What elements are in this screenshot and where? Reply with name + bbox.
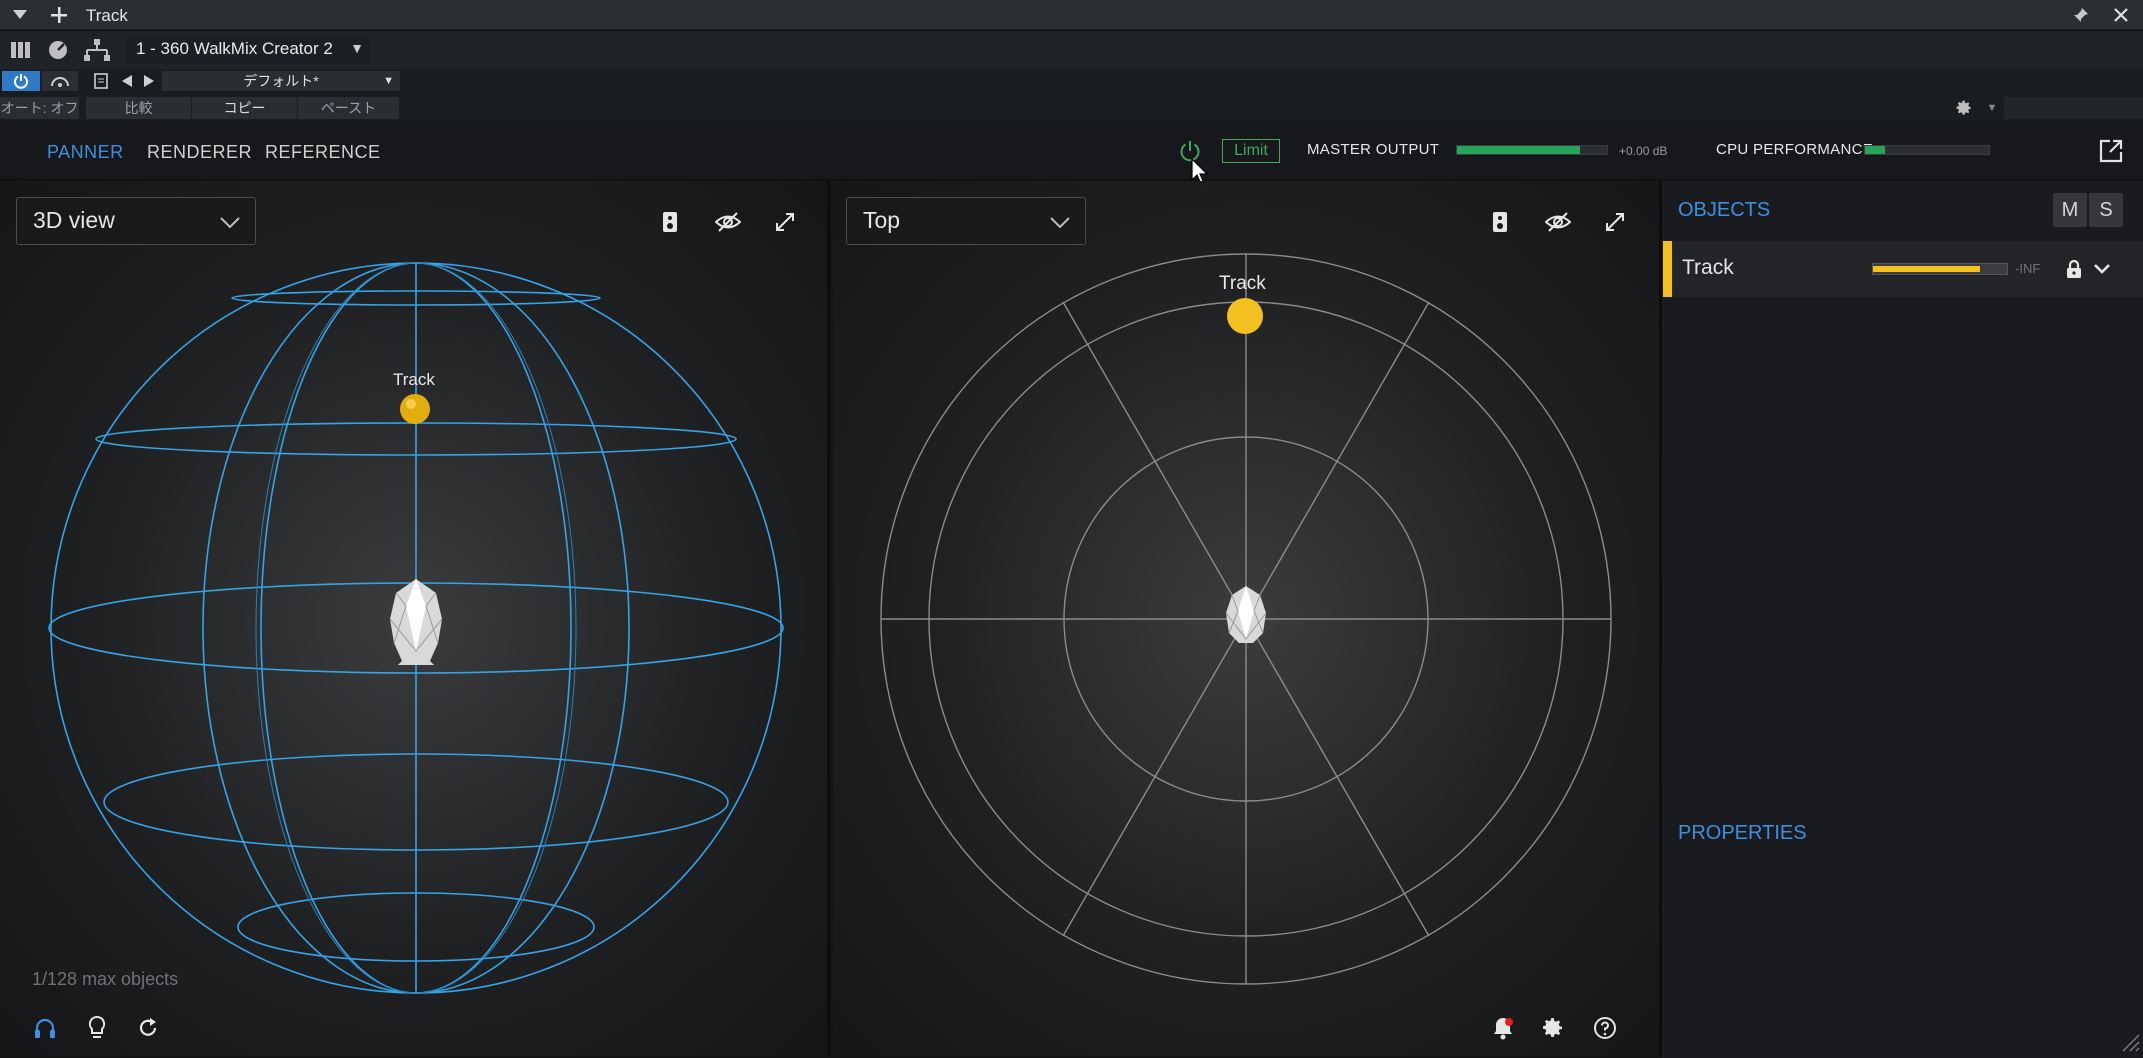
object-row[interactable]: Track -INF [1662, 241, 2143, 297]
plugin-preset-name: 1 - 360 WalkMix Creator 2 [136, 39, 333, 58]
cpu-performance-label: CPU PERFORMANCE [1716, 141, 1874, 158]
panner-3d-view[interactable]: 3D view Track 1/128 max objects [0, 181, 830, 1056]
add-icon[interactable] [48, 3, 70, 27]
previous-preset-icon[interactable] [118, 71, 136, 91]
max-objects-text: 1/128 max objects [32, 969, 179, 989]
columns-icon[interactable] [8, 37, 34, 63]
cpu-performance-meter-fill [1865, 146, 1885, 154]
object-label: Track [393, 370, 435, 389]
paste-label: ペースト [320, 100, 377, 116]
chevron-down-icon: ▼ [383, 75, 394, 87]
window-title: Track [86, 6, 128, 25]
gauge-icon[interactable] [45, 37, 71, 63]
object-marker [1227, 298, 1263, 334]
popout-window-icon[interactable] [2096, 136, 2126, 166]
object-name: Track [1682, 256, 1734, 279]
auto-mode-label: オート: オフ [0, 100, 79, 116]
master-output-meter-fill [1457, 146, 1580, 154]
master-output-db: +0.00 dB [1619, 144, 1668, 158]
sphere-wireframe [48, 262, 784, 994]
objects-title: OBJECTS [1678, 199, 1771, 221]
mute-label: M [2061, 198, 2079, 221]
limit-label: Limit [1234, 142, 1268, 159]
automation-icon[interactable] [42, 71, 78, 91]
listener-head-icon [389, 579, 443, 665]
chevron-down-icon[interactable]: ▼ [1982, 97, 2002, 119]
preset-name-select[interactable]: デフォルト* ▼ [162, 71, 400, 91]
preset-file-icon[interactable] [88, 71, 114, 91]
menu-dropdown-icon[interactable] [10, 4, 30, 26]
plugin-preset-select[interactable]: 1 - 360 WalkMix Creator 2 ▼ [126, 34, 370, 64]
notification-bell-icon[interactable] [1488, 1013, 1518, 1043]
close-icon[interactable] [2110, 4, 2132, 26]
object-level-meter-fill [1873, 266, 1981, 272]
headphones-icon[interactable] [30, 1013, 60, 1043]
paste-button[interactable]: ペースト [298, 97, 400, 119]
top-view-grid [880, 253, 1612, 985]
compare-label: 比較 [124, 100, 153, 116]
pin-icon[interactable] [2070, 4, 2092, 26]
object-marker [400, 394, 430, 424]
panner-top-view[interactable]: Top Track [833, 181, 1662, 1056]
chevron-down-icon[interactable] [2090, 256, 2114, 282]
host-toolbar: 1 - 360 WalkMix Creator 2 ▼ [0, 31, 2143, 69]
plugin-header: PANNER RENDERER REFERENCE Limit MASTER O… [0, 120, 2143, 185]
master-output-meter [1456, 145, 1608, 155]
lock-icon[interactable] [2062, 256, 2086, 282]
solo-button[interactable]: S [2089, 193, 2123, 227]
help-icon[interactable] [1590, 1013, 1620, 1043]
tab-panner[interactable]: PANNER [47, 142, 124, 163]
gear-icon[interactable] [1952, 97, 1976, 119]
cpu-performance-meter [1864, 145, 1990, 155]
resize-grip-icon[interactable] [2117, 1029, 2141, 1053]
routing-icon[interactable] [82, 37, 112, 63]
lightbulb-icon[interactable] [82, 1013, 112, 1043]
mute-button[interactable]: M [2053, 193, 2087, 227]
limit-button[interactable]: Limit [1222, 139, 1280, 163]
copy-label: コピー [223, 100, 266, 116]
object-color-bar [1663, 241, 1672, 297]
gear-icon[interactable] [1538, 1013, 1568, 1043]
object-label: Track [1219, 273, 1266, 294]
master-output-label: MASTER OUTPUT [1307, 141, 1440, 158]
properties-title: PROPERTIES [1678, 822, 1807, 844]
refresh-icon[interactable] [133, 1013, 163, 1043]
solo-label: S [2099, 198, 2113, 221]
host-options-field [2004, 97, 2143, 119]
next-preset-icon[interactable] [140, 71, 158, 91]
auto-mode-button[interactable]: オート: オフ [0, 97, 80, 119]
chevron-down-icon: ▼ [350, 40, 364, 56]
copy-button[interactable]: コピー [192, 97, 298, 119]
objects-sidebar: OBJECTS M S Track -INF PROPERTIES [1662, 181, 2143, 1058]
object-level-text: -INF [2015, 261, 2041, 276]
tab-reference[interactable]: REFERENCE [265, 142, 381, 163]
object-level-meter [1872, 263, 2008, 275]
power-toggle-button[interactable] [2, 71, 40, 91]
compare-button[interactable]: 比較 [86, 97, 192, 119]
tab-renderer[interactable]: RENDERER [147, 142, 252, 163]
host-titlebar: Track [0, 0, 2143, 30]
host-preset-bar: デフォルト* ▼ オート: オフ 比較 コピー ペースト ▼ [0, 69, 2143, 120]
preset-name: デフォルト* [243, 73, 319, 89]
